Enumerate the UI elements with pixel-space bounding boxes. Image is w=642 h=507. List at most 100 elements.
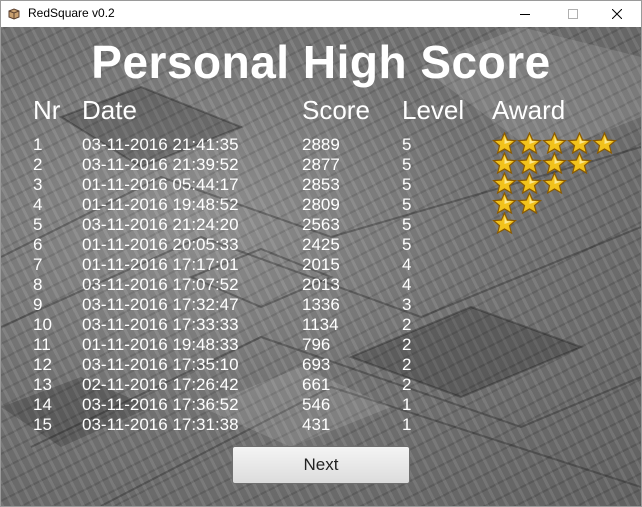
row-nr: 12 bbox=[33, 355, 52, 374]
row-score: 546 bbox=[302, 395, 331, 414]
row-score: 693 bbox=[302, 355, 331, 374]
minimize-icon bbox=[520, 14, 530, 15]
row-nr: 7 bbox=[33, 255, 43, 274]
row-nr: 15 bbox=[33, 415, 52, 434]
row-nr: 10 bbox=[33, 315, 52, 334]
minimize-button[interactable] bbox=[508, 1, 542, 27]
row-date: 03-11-2016 17:31:38 bbox=[82, 415, 239, 434]
star-icon bbox=[567, 132, 592, 154]
award-stars bbox=[492, 172, 567, 194]
row-score: 796 bbox=[302, 335, 331, 354]
award-stars bbox=[492, 192, 542, 214]
high-score-panel: Personal High Score Nr Date Score Level … bbox=[1, 27, 641, 506]
row-level: 5 bbox=[402, 235, 412, 254]
row-date: 01-11-2016 05:44:17 bbox=[82, 175, 239, 194]
page-title: Personal High Score bbox=[91, 36, 551, 88]
cube-icon bbox=[8, 8, 20, 20]
table-row: 12 03-11-2016 17:35:10 693 2 bbox=[1, 355, 641, 375]
row-score: 2809 bbox=[302, 195, 340, 214]
row-score: 661 bbox=[302, 375, 331, 394]
column-header-date: Date bbox=[82, 95, 137, 125]
row-level: 2 bbox=[402, 355, 412, 374]
maximize-icon bbox=[568, 9, 578, 19]
row-level: 5 bbox=[402, 135, 412, 154]
row-date: 03-11-2016 21:24:20 bbox=[82, 215, 239, 234]
star-icon bbox=[492, 212, 517, 234]
close-icon bbox=[612, 9, 622, 19]
row-level: 2 bbox=[402, 335, 412, 354]
row-date: 03-11-2016 17:35:10 bbox=[82, 355, 239, 374]
table-row: 8 03-11-2016 17:07:52 2013 4 bbox=[1, 275, 641, 295]
close-button[interactable] bbox=[600, 1, 634, 27]
row-date: 01-11-2016 20:05:33 bbox=[82, 235, 239, 254]
star-icon bbox=[492, 152, 517, 174]
row-level: 1 bbox=[402, 415, 412, 434]
table-row: 11 01-11-2016 19:48:33 796 2 bbox=[1, 335, 641, 355]
row-level: 5 bbox=[402, 215, 412, 234]
row-nr: 9 bbox=[33, 295, 43, 314]
row-level: 4 bbox=[402, 275, 412, 294]
column-header-nr: Nr bbox=[33, 95, 61, 125]
row-score: 2889 bbox=[302, 135, 340, 154]
table-row: 7 01-11-2016 17:17:01 2015 4 bbox=[1, 255, 641, 275]
star-icon bbox=[517, 132, 542, 154]
row-date: 02-11-2016 17:26:42 bbox=[82, 375, 239, 394]
next-button[interactable]: Next bbox=[232, 446, 410, 484]
row-level: 4 bbox=[402, 255, 412, 274]
star-icon bbox=[517, 172, 542, 194]
star-icon bbox=[492, 192, 517, 214]
row-date: 03-11-2016 21:41:35 bbox=[82, 135, 239, 154]
row-nr: 14 bbox=[33, 395, 52, 414]
row-score: 1134 bbox=[302, 315, 339, 334]
column-header-level: Level bbox=[402, 95, 465, 125]
row-date: 01-11-2016 19:48:33 bbox=[82, 335, 239, 354]
row-level: 5 bbox=[402, 175, 412, 194]
row-nr: 1 bbox=[33, 135, 43, 154]
table-row: 14 03-11-2016 17:36:52 546 1 bbox=[1, 395, 641, 415]
column-header-score: Score bbox=[302, 95, 370, 125]
star-icon bbox=[517, 192, 542, 214]
row-score: 2877 bbox=[302, 155, 340, 174]
maximize-button[interactable] bbox=[556, 1, 590, 27]
row-date: 03-11-2016 21:39:52 bbox=[82, 155, 239, 174]
star-icon bbox=[492, 132, 517, 154]
row-nr: 13 bbox=[33, 375, 52, 394]
table-row: 15 03-11-2016 17:31:38 431 1 bbox=[1, 415, 641, 435]
table-row: 5 03-11-2016 21:24:20 2563 5 bbox=[1, 212, 641, 235]
row-score: 2015 bbox=[302, 255, 340, 274]
row-nr: 3 bbox=[33, 175, 43, 194]
window-title: RedSquare v0.2 bbox=[28, 6, 115, 20]
row-date: 03-11-2016 17:32:47 bbox=[82, 295, 239, 314]
table-row: 13 02-11-2016 17:26:42 661 2 bbox=[1, 375, 641, 395]
row-nr: 2 bbox=[33, 155, 43, 174]
row-score: 431 bbox=[302, 415, 331, 434]
row-score: 1336 bbox=[302, 295, 340, 314]
row-date: 03-11-2016 17:33:33 bbox=[82, 315, 239, 334]
star-icon bbox=[567, 152, 592, 174]
row-date: 01-11-2016 19:48:52 bbox=[82, 195, 239, 214]
row-score: 2425 bbox=[302, 235, 340, 254]
star-icon bbox=[542, 152, 567, 174]
star-icon bbox=[492, 172, 517, 194]
row-date: 01-11-2016 17:17:01 bbox=[82, 255, 239, 274]
row-nr: 4 bbox=[33, 195, 43, 214]
table-row: 9 03-11-2016 17:32:47 1336 3 bbox=[1, 295, 641, 315]
star-icon bbox=[592, 132, 617, 154]
row-level: 3 bbox=[402, 295, 412, 314]
row-date: 03-11-2016 17:36:52 bbox=[82, 395, 239, 414]
award-stars bbox=[492, 132, 617, 154]
column-header-award: Award bbox=[492, 95, 566, 125]
row-nr: 6 bbox=[33, 235, 43, 254]
table-row: 10 03-11-2016 17:33:33 1134 2 bbox=[1, 315, 641, 335]
row-date: 03-11-2016 17:07:52 bbox=[82, 275, 239, 294]
star-icon bbox=[542, 172, 567, 194]
row-level: 2 bbox=[402, 375, 412, 394]
star-icon bbox=[517, 152, 542, 174]
row-level: 5 bbox=[402, 195, 412, 214]
table-row: 6 01-11-2016 20:05:33 2425 5 bbox=[1, 235, 641, 255]
row-level: 5 bbox=[402, 155, 412, 174]
star-icon bbox=[542, 132, 567, 154]
row-level: 2 bbox=[402, 315, 412, 334]
row-level: 1 bbox=[402, 395, 412, 414]
title-bar[interactable]: RedSquare v0.2 bbox=[1, 1, 641, 27]
